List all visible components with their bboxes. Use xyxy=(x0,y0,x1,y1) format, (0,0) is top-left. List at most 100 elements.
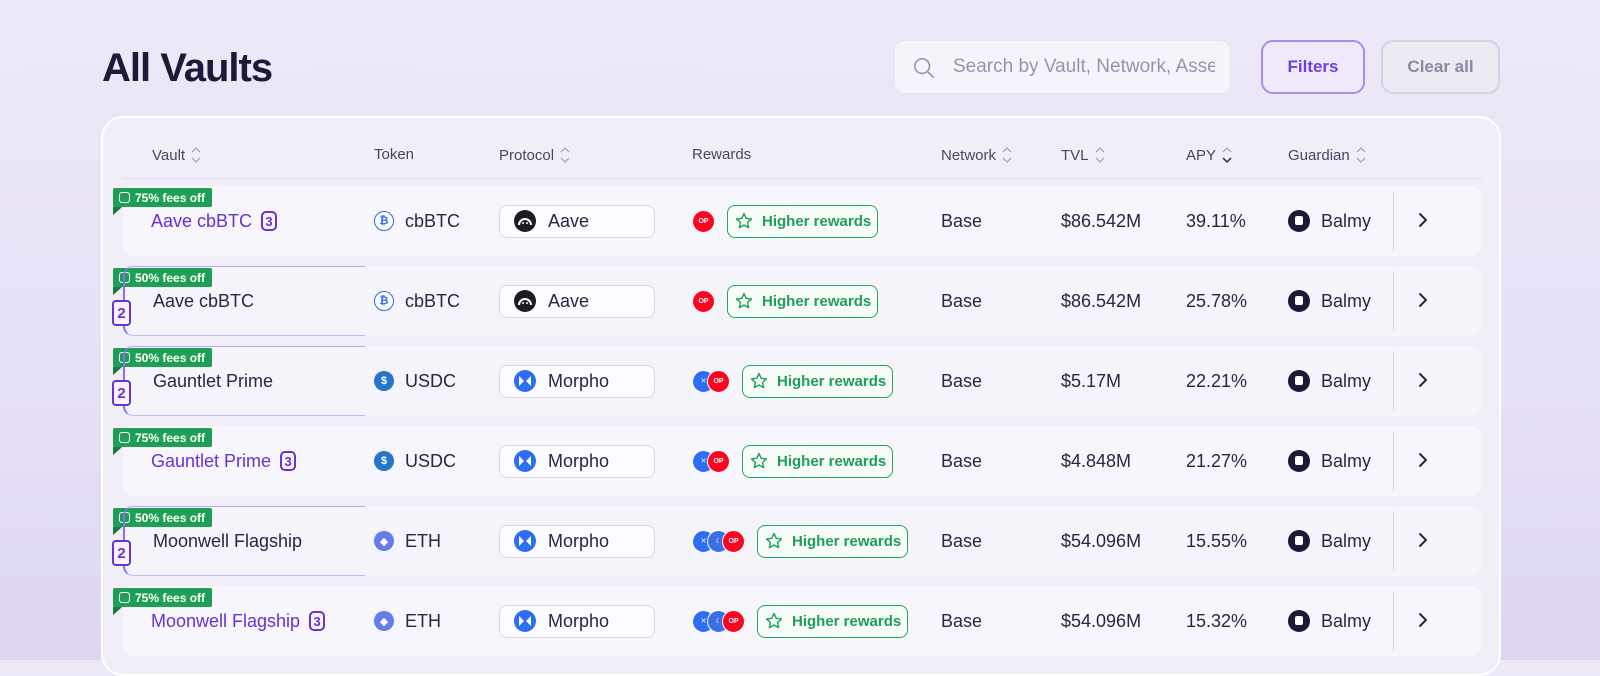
table-row[interactable]: 75% fees off Moonwell Flagship 3 ◆ ETH M… xyxy=(113,586,1481,656)
table-row[interactable]: 50% fees off 2 Aave cbBTC ₿ cbBTC Aave O… xyxy=(112,266,1481,336)
star-icon xyxy=(750,372,768,389)
table-header: Vault Token Protocol Rewards Network TVL… xyxy=(103,118,1499,178)
row-divider xyxy=(1393,591,1394,651)
tier-badge: 2 xyxy=(112,380,131,406)
protocol-chip[interactable]: Morpho xyxy=(499,444,655,478)
higher-rewards-badge[interactable]: Higher rewards xyxy=(727,284,879,318)
apy-cell: 15.55% xyxy=(1186,530,1248,551)
higher-rewards-badge[interactable]: Higher rewards xyxy=(757,604,909,638)
vault-name[interactable]: Aave cbBTC xyxy=(153,291,254,312)
higher-rewards-badge[interactable]: Higher rewards xyxy=(742,444,894,478)
token-name: USDC xyxy=(405,370,457,391)
protocol-name: Aave xyxy=(548,290,590,311)
balmy-icon xyxy=(1288,450,1310,472)
discount-icon xyxy=(119,272,130,283)
vault-cell[interactable]: Aave cbBTC xyxy=(153,266,254,336)
filters-button[interactable]: Filters xyxy=(1261,40,1365,94)
header-divider xyxy=(123,178,1483,179)
morpho-icon xyxy=(514,450,536,472)
rewards-cell: ✕ ☾ OP Higher rewards xyxy=(692,506,909,576)
balmy-icon xyxy=(1288,210,1310,232)
search-box[interactable] xyxy=(894,40,1231,94)
search-icon xyxy=(914,58,934,78)
search-input[interactable] xyxy=(953,41,1215,93)
morpho-icon xyxy=(514,530,536,552)
protocol-name: Morpho xyxy=(548,610,610,631)
header-apy[interactable]: APY xyxy=(1186,146,1232,164)
page-title: All Vaults xyxy=(102,46,273,90)
clear-all-button[interactable]: Clear all xyxy=(1381,40,1500,94)
chevron-right-icon[interactable] xyxy=(1413,290,1433,310)
chevron-right-icon[interactable] xyxy=(1413,210,1433,230)
table-row[interactable]: 75% fees off Gauntlet Prime 3 $ USDC Mor… xyxy=(113,426,1481,496)
table-row[interactable]: 75% fees off Aave cbBTC 3 ₿ cbBTC Aave O… xyxy=(113,186,1481,256)
token-cell: $ USDC xyxy=(374,346,456,416)
chevron-right-icon[interactable] xyxy=(1413,370,1433,390)
protocol-chip[interactable]: Morpho xyxy=(499,604,655,638)
morpho-icon xyxy=(514,370,536,392)
protocol-cell: Morpho xyxy=(499,426,655,496)
protocol-cell: Morpho xyxy=(499,506,655,576)
aave-icon xyxy=(514,290,536,312)
token-cell: ◆ ETH xyxy=(374,506,441,576)
header-tvl[interactable]: TVL xyxy=(1061,146,1105,164)
star-icon xyxy=(750,452,768,469)
discount-icon xyxy=(119,512,130,523)
apy-cell: 25.78% xyxy=(1186,290,1248,311)
higher-rewards-badge[interactable]: Higher rewards xyxy=(727,204,879,238)
protocol-chip[interactable]: Morpho xyxy=(499,364,655,398)
protocol-chip[interactable]: Aave xyxy=(499,204,655,238)
token-name: cbBTC xyxy=(405,290,461,311)
vault-name[interactable]: Moonwell Flagship xyxy=(153,531,302,552)
op-icon: OP xyxy=(707,449,730,473)
vault-cell[interactable]: Moonwell Flagship xyxy=(153,506,302,576)
reward-tokens: ✕ ☾ OP xyxy=(692,529,745,553)
balmy-icon xyxy=(1288,290,1310,312)
protocol-cell: Aave xyxy=(499,266,655,336)
star-icon xyxy=(765,612,783,629)
vault-cell[interactable]: Gauntlet Prime xyxy=(153,346,273,416)
reward-tokens: ✕ OP xyxy=(692,369,730,393)
tier-badge: 3 xyxy=(261,211,278,231)
vault-cell[interactable]: Moonwell Flagship 3 xyxy=(151,586,326,656)
reward-tokens: ✕ OP xyxy=(692,449,730,473)
chevron-right-icon[interactable] xyxy=(1413,530,1433,550)
token-name: cbBTC xyxy=(405,210,461,231)
apy-cell: 21.27% xyxy=(1186,450,1248,471)
token-name: ETH xyxy=(405,610,441,631)
protocol-name: Morpho xyxy=(548,450,610,471)
rewards-cell: OP Higher rewards xyxy=(692,266,879,336)
header-protocol[interactable]: Protocol xyxy=(499,146,570,164)
vault-name[interactable]: Moonwell Flagship xyxy=(151,611,300,632)
sort-icon xyxy=(1095,147,1104,163)
star-icon xyxy=(735,292,753,309)
header-vault[interactable]: Vault xyxy=(152,146,201,164)
rewards-cell: OP Higher rewards xyxy=(692,186,879,256)
rewards-cell: ✕ ☾ OP Higher rewards xyxy=(692,586,909,656)
op-icon: OP xyxy=(692,209,715,233)
protocol-chip[interactable]: Morpho xyxy=(499,524,655,558)
network-cell: Base xyxy=(941,450,983,471)
vault-name[interactable]: Gauntlet Prime xyxy=(153,371,273,392)
table-row[interactable]: 50% fees off 2 Gauntlet Prime $ USDC Mor… xyxy=(112,346,1481,416)
reward-tokens: ✕ ☾ OP xyxy=(692,609,745,633)
network-cell: Base xyxy=(941,370,983,391)
chevron-right-icon[interactable] xyxy=(1413,450,1433,470)
header-guardian[interactable]: Guardian xyxy=(1288,146,1366,164)
table-row[interactable]: 50% fees off 2 Moonwell Flagship ◆ ETH M… xyxy=(112,506,1481,576)
header-network[interactable]: Network xyxy=(941,146,1012,164)
sort-icon xyxy=(191,147,201,163)
header-rewards: Rewards xyxy=(692,146,752,163)
vault-cell[interactable]: Gauntlet Prime 3 xyxy=(151,426,297,496)
vault-name[interactable]: Gauntlet Prime xyxy=(151,451,271,472)
tvl-cell: $86.542M xyxy=(1061,290,1142,311)
vault-cell[interactable]: Aave cbBTC 3 xyxy=(151,186,278,256)
protocol-cell: Morpho xyxy=(499,586,655,656)
chevron-right-icon[interactable] xyxy=(1413,610,1433,630)
sort-icon xyxy=(1356,147,1366,163)
higher-rewards-badge[interactable]: Higher rewards xyxy=(742,364,894,398)
sort-icon xyxy=(1222,147,1232,164)
higher-rewards-badge[interactable]: Higher rewards xyxy=(757,524,909,558)
protocol-chip[interactable]: Aave xyxy=(499,284,655,318)
vault-name[interactable]: Aave cbBTC xyxy=(151,211,252,232)
